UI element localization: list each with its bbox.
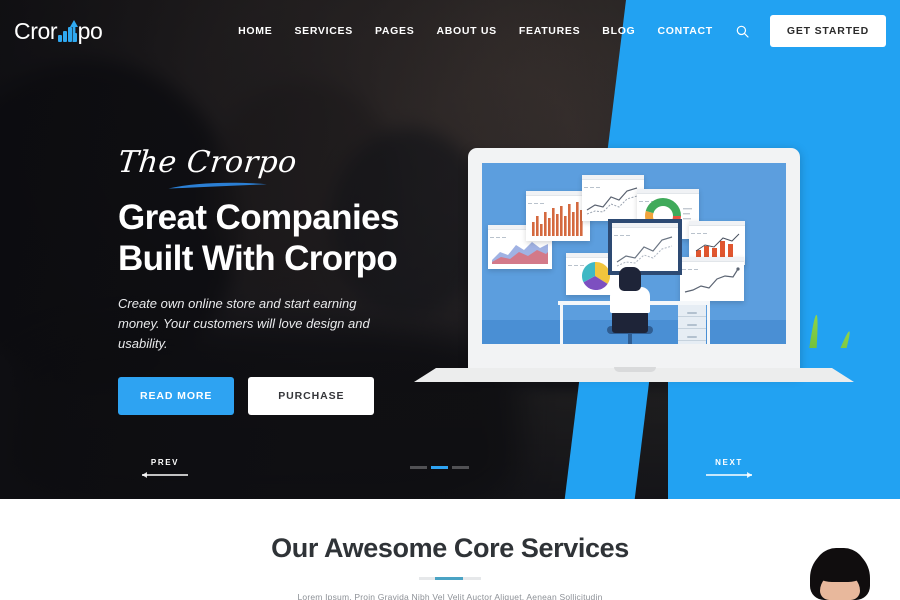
read-more-button[interactable]: READ MORE: [118, 376, 235, 415]
nav-item-home[interactable]: HOME: [227, 25, 283, 37]
site-header: Cror po HOME SERVICES PAGES ABOUT US FEA…: [0, 0, 900, 62]
slider-dot-1[interactable]: [410, 466, 427, 469]
slider-pagination: [410, 466, 469, 469]
hero-subcopy: Create own online store and start earnin…: [118, 296, 370, 352]
slider-prev-label: PREV: [150, 458, 180, 467]
monitor-chart-icon: [616, 236, 673, 267]
nav-item-pages[interactable]: PAGES: [364, 25, 425, 37]
services-section: Our Awesome Core Services Lorem Ipsum. P…: [0, 499, 900, 600]
bar-chart-card: [526, 191, 590, 241]
line-chart-icon: [586, 187, 638, 215]
logo-text-left: Cror: [14, 17, 58, 44]
logo[interactable]: Cror po: [14, 17, 103, 44]
bar-chart-icon: [532, 202, 583, 236]
laptop-lid: [468, 148, 800, 376]
page-title: Great Companies Built With Crorpo: [118, 198, 498, 279]
hero-section: Cror po HOME SERVICES PAGES ABOUT US FEA…: [0, 0, 900, 499]
search-icon[interactable]: [730, 18, 756, 44]
nav-item-about-us[interactable]: ABOUT US: [425, 25, 507, 37]
laptop-notch: [614, 367, 656, 372]
purchase-button[interactable]: PURCHASE: [248, 376, 375, 415]
services-subtitle: Lorem Ipsum. Proin Gravida Nibh Vel Veli…: [297, 592, 603, 600]
nav-item-services[interactable]: SERVICES: [283, 25, 364, 37]
growth-line-chart-icon: [684, 267, 740, 293]
testimonial-person-photo: [810, 545, 870, 600]
arrow-up-icon: [69, 19, 78, 42]
logo-text-right: po: [77, 17, 103, 44]
desk-drawer: [678, 305, 706, 344]
laptop-screen: [482, 163, 786, 344]
section-divider: [419, 577, 481, 580]
services-title: Our Awesome Core Services: [271, 533, 629, 563]
nav-item-blog[interactable]: BLOG: [591, 25, 646, 37]
person-head: [619, 267, 641, 291]
nav-item-contact[interactable]: CONTACT: [646, 25, 723, 37]
bar-chart-growth-icon: [58, 19, 78, 42]
arrow-left-icon: [142, 472, 188, 478]
get-started-button[interactable]: GET STARTED: [769, 15, 886, 47]
person-legs: [612, 311, 648, 333]
headline-line-2: Built With Crorpo: [118, 238, 398, 278]
main-navigation: HOME SERVICES PAGES ABOUT US FEATURES BL…: [227, 18, 756, 44]
slider-next-button[interactable]: NEXT: [706, 458, 752, 478]
arrow-right-icon: [706, 472, 752, 478]
line-chart-card: [582, 175, 644, 221]
desk-leg: [707, 305, 710, 344]
hero-button-group: READ MORE PURCHASE: [118, 376, 498, 415]
slider-next-label: NEXT: [715, 458, 743, 467]
desk-leg: [560, 305, 563, 344]
monitor-line-chart: [608, 219, 682, 275]
slider-dot-3[interactable]: [452, 466, 469, 469]
growth-line-chart-card: [680, 257, 744, 301]
slider-dot-2[interactable]: [431, 466, 448, 469]
headline-line-1: Great Companies: [118, 198, 399, 237]
hero-eyebrow: The Crorpo: [116, 145, 299, 189]
slider-prev-button[interactable]: PREV: [142, 458, 188, 478]
hero-content: The Crorpo Great Companies Built With Cr…: [116, 145, 498, 415]
nav-item-features[interactable]: FEATURES: [508, 25, 591, 37]
underline-swoosh-icon: [168, 182, 267, 189]
hero-eyebrow-text: The Crorpo: [116, 145, 299, 180]
